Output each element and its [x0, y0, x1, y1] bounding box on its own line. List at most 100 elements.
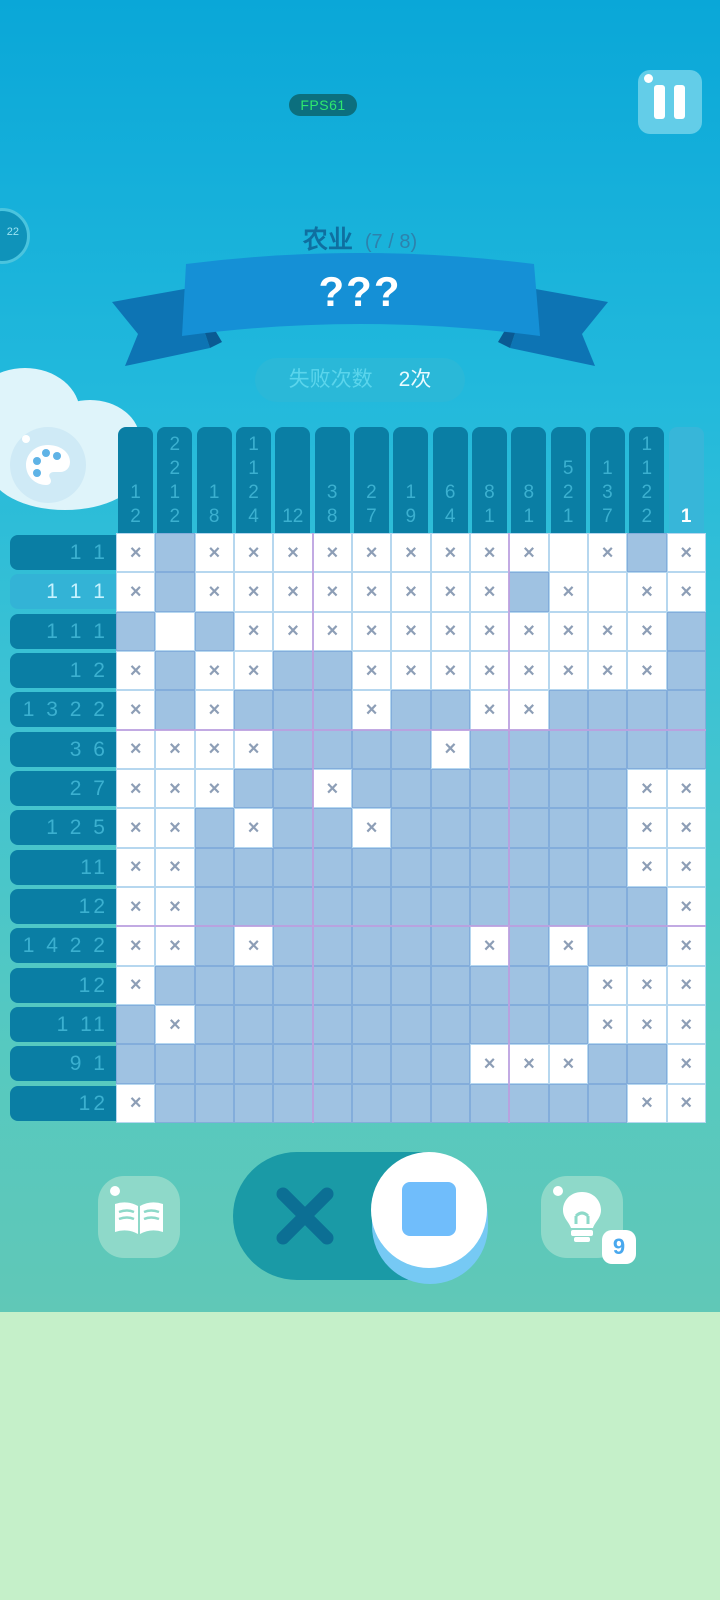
grid-cell-marked[interactable]: × [666, 1083, 706, 1123]
grid-cell-marked[interactable]: × [233, 926, 274, 966]
grid-cell-marked[interactable]: × [627, 572, 667, 612]
grid-cell-filled[interactable] [469, 808, 510, 848]
grid-cell-filled[interactable] [391, 1083, 431, 1123]
grid-cell-filled[interactable] [194, 1044, 234, 1084]
grid-cell-filled[interactable] [233, 1004, 274, 1045]
grid-cell-filled[interactable] [509, 572, 549, 612]
grid-cell-filled[interactable] [469, 965, 510, 1005]
grid-cell-marked[interactable]: × [391, 572, 431, 612]
grid-cell-filled[interactable] [273, 886, 313, 927]
grid-cell-filled[interactable] [587, 847, 628, 887]
grid-cell-marked[interactable]: × [509, 611, 549, 651]
grid-cell-filled[interactable] [233, 886, 274, 927]
grid-cell-marked[interactable]: × [351, 611, 392, 651]
grid-cell-marked[interactable]: × [312, 611, 352, 651]
grid-cell-marked[interactable]: × [194, 768, 234, 809]
palette-button[interactable] [10, 427, 86, 503]
grid-cell-marked[interactable]: × [587, 611, 628, 651]
grid-cell-marked[interactable]: × [116, 926, 156, 966]
grid-cell-filled[interactable] [548, 729, 588, 769]
grid-cell-filled[interactable] [273, 650, 313, 691]
grid-cell-marked[interactable]: × [233, 611, 274, 651]
grid-cell-filled[interactable] [312, 808, 352, 848]
grid-cell-filled[interactable] [627, 533, 667, 573]
grid-cell-marked[interactable]: × [351, 650, 392, 691]
grid-cell-filled[interactable] [351, 1044, 392, 1084]
grid-cell-filled[interactable] [194, 847, 234, 887]
grid-cell-marked[interactable]: × [430, 572, 470, 612]
grid-cell-filled[interactable] [312, 650, 352, 691]
grid-cell-marked[interactable]: × [116, 1083, 156, 1123]
grid-cell-filled[interactable] [273, 965, 313, 1005]
grid-cell-marked[interactable]: × [116, 847, 156, 887]
grid-cell-marked[interactable]: × [666, 926, 706, 966]
grid-cell-filled[interactable] [155, 650, 195, 691]
grid-cell-filled[interactable] [430, 926, 470, 966]
grid-cell-filled[interactable] [312, 1044, 352, 1084]
grid-cell-filled[interactable] [430, 1004, 470, 1045]
grid-cell-marked[interactable] [548, 533, 588, 573]
grid-cell-filled[interactable] [391, 808, 431, 848]
grid-cell-marked[interactable]: × [116, 886, 156, 927]
grid-cell-filled[interactable] [155, 690, 195, 730]
grid-cell-filled[interactable] [273, 1004, 313, 1045]
puzzle-grid[interactable]: × × × × × × × × × × × × × × × × × × × × × × × × × × × × × × × × × × × × × × × ×… [116, 533, 706, 1123]
grid-cell-filled[interactable] [627, 926, 667, 966]
grid-cell-marked[interactable]: × [666, 1004, 706, 1045]
grid-cell-marked[interactable]: × [351, 690, 392, 730]
grid-cell-marked[interactable]: × [155, 1004, 195, 1045]
grid-cell-marked[interactable]: × [627, 808, 667, 848]
grid-cell-filled[interactable] [430, 768, 470, 809]
grid-cell-marked[interactable] [587, 572, 628, 612]
grid-cell-marked[interactable]: × [469, 1044, 510, 1084]
grid-cell-filled[interactable] [469, 729, 510, 769]
grid-cell-filled[interactable] [391, 768, 431, 809]
grid-cell-filled[interactable] [391, 965, 431, 1005]
grid-cell-filled[interactable] [351, 847, 392, 887]
grid-cell-marked[interactable]: × [116, 533, 156, 573]
grid-cell-marked[interactable]: × [469, 572, 510, 612]
grid-cell-marked[interactable]: × [627, 1004, 667, 1045]
grid-cell-filled[interactable] [509, 965, 549, 1005]
grid-cell-marked[interactable] [155, 611, 195, 651]
grid-cell-filled[interactable] [430, 847, 470, 887]
grid-cell-filled[interactable] [312, 1004, 352, 1045]
grid-cell-marked[interactable]: × [627, 611, 667, 651]
grid-cell-filled[interactable] [194, 965, 234, 1005]
grid-cell-filled[interactable] [509, 847, 549, 887]
grid-cell-filled[interactable] [469, 886, 510, 927]
grid-cell-filled[interactable] [548, 1004, 588, 1045]
grid-cell-filled[interactable] [116, 1044, 156, 1084]
grid-cell-filled[interactable] [430, 965, 470, 1005]
grid-cell-filled[interactable] [587, 729, 628, 769]
grid-cell-marked[interactable]: × [194, 650, 234, 691]
grid-cell-marked[interactable]: × [548, 926, 588, 966]
grid-cell-filled[interactable] [469, 768, 510, 809]
grid-cell-filled[interactable] [666, 611, 706, 651]
pause-button[interactable] [638, 70, 702, 134]
grid-cell-marked[interactable]: × [116, 965, 156, 1005]
grid-cell-marked[interactable]: × [116, 808, 156, 848]
grid-cell-marked[interactable]: × [233, 572, 274, 612]
grid-cell-marked[interactable]: × [627, 1083, 667, 1123]
grid-cell-marked[interactable]: × [469, 926, 510, 966]
grid-cell-marked[interactable]: × [155, 847, 195, 887]
grid-cell-marked[interactable]: × [155, 886, 195, 927]
grid-cell-filled[interactable] [666, 650, 706, 691]
grid-cell-filled[interactable] [587, 808, 628, 848]
grid-cell-filled[interactable] [548, 768, 588, 809]
grid-cell-marked[interactable]: × [351, 808, 392, 848]
grid-cell-filled[interactable] [509, 926, 549, 966]
grid-cell-filled[interactable] [627, 729, 667, 769]
grid-cell-filled[interactable] [116, 611, 156, 651]
grid-cell-filled[interactable] [548, 808, 588, 848]
grid-cell-filled[interactable] [351, 1083, 392, 1123]
grid-cell-marked[interactable]: × [273, 533, 313, 573]
grid-cell-marked[interactable]: × [666, 847, 706, 887]
grid-cell-filled[interactable] [194, 1004, 234, 1045]
grid-cell-marked[interactable]: × [469, 690, 510, 730]
grid-cell-marked[interactable]: × [469, 650, 510, 691]
grid-cell-filled[interactable] [233, 965, 274, 1005]
grid-cell-filled[interactable] [233, 1083, 274, 1123]
grid-cell-filled[interactable] [509, 808, 549, 848]
